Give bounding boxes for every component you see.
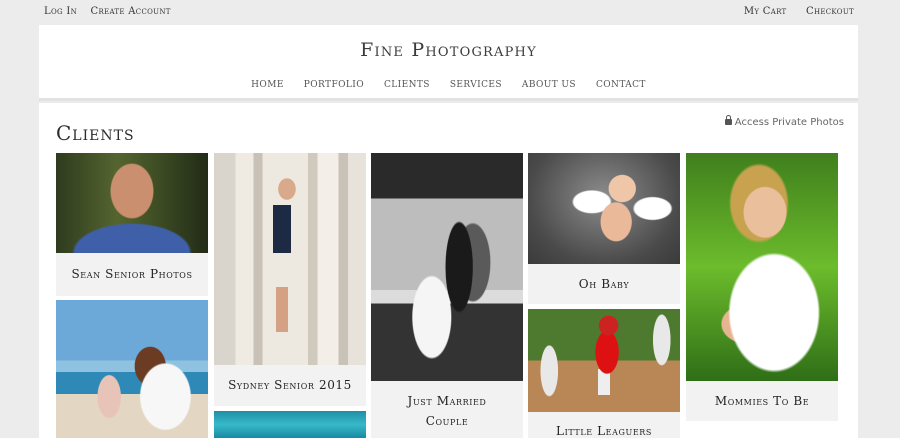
main-content: Clients Access Private Photos Sean Senio… <box>39 103 858 438</box>
log-in-link[interactable]: Log In <box>44 6 77 17</box>
gallery-card-sydney[interactable]: Sydney Senior 2015 <box>214 153 366 406</box>
nav-clients[interactable]: CLIENTS <box>384 80 430 90</box>
main-nav: HOME PORTFOLIO CLIENTS SERVICES ABOUT US… <box>39 80 858 90</box>
nav-contact[interactable]: CONTACT <box>596 80 646 90</box>
gallery-photo <box>214 411 366 438</box>
gallery-card-mommies[interactable]: Mommies To Be <box>686 153 838 421</box>
access-private-photos-label: Access Private Photos <box>734 117 844 128</box>
gallery-photo <box>686 153 838 381</box>
checkout-link[interactable]: Checkout <box>806 6 854 17</box>
nav-home[interactable]: HOME <box>251 80 284 90</box>
gallery-card-sean[interactable]: Sean Senior Photos <box>56 153 208 296</box>
top-utility-bar: Log In Create Account My Cart Checkout <box>0 0 900 24</box>
gallery-photo <box>528 153 680 264</box>
nav-portfolio[interactable]: PORTFOLIO <box>304 80 364 90</box>
gallery-card-oh-baby[interactable]: Oh Baby <box>528 153 680 304</box>
gallery-caption: Sydney Senior 2015 <box>228 378 352 392</box>
site-title[interactable]: Fine Photography <box>39 39 858 61</box>
gallery-photo <box>528 309 680 412</box>
account-links: Log In Create Account <box>44 6 181 17</box>
gallery-photo <box>56 153 208 253</box>
my-cart-link[interactable]: My Cart <box>744 6 787 17</box>
gallery-caption: Oh Baby <box>578 277 630 291</box>
gallery-caption: Sean Senior Photos <box>71 267 193 281</box>
gallery-card-just-married[interactable]: Just Married Couple <box>371 153 523 438</box>
gallery-photo <box>56 300 208 438</box>
gallery-caption: Little Leaguers <box>556 424 652 438</box>
access-private-photos-link[interactable]: Access Private Photos <box>724 115 844 128</box>
gallery-card-family[interactable] <box>56 300 208 438</box>
gallery-photo <box>371 153 523 381</box>
gallery-card-little-leaguers[interactable]: Little Leaguers <box>528 309 680 438</box>
gallery-caption: Mommies To Be <box>714 394 810 408</box>
gallery-card-water[interactable] <box>214 411 366 438</box>
cart-links: My Cart Checkout <box>728 6 854 17</box>
gallery-photo <box>214 153 366 365</box>
gallery-caption: Just Married Couple <box>407 394 487 428</box>
nav-services[interactable]: SERVICES <box>450 80 502 90</box>
create-account-link[interactable]: Create Account <box>91 6 171 17</box>
nav-about-us[interactable]: ABOUT US <box>522 80 576 90</box>
lock-icon <box>724 115 732 125</box>
page-title: Clients <box>56 121 135 145</box>
site-header: Fine Photography HOME PORTFOLIO CLIENTS … <box>39 25 858 101</box>
